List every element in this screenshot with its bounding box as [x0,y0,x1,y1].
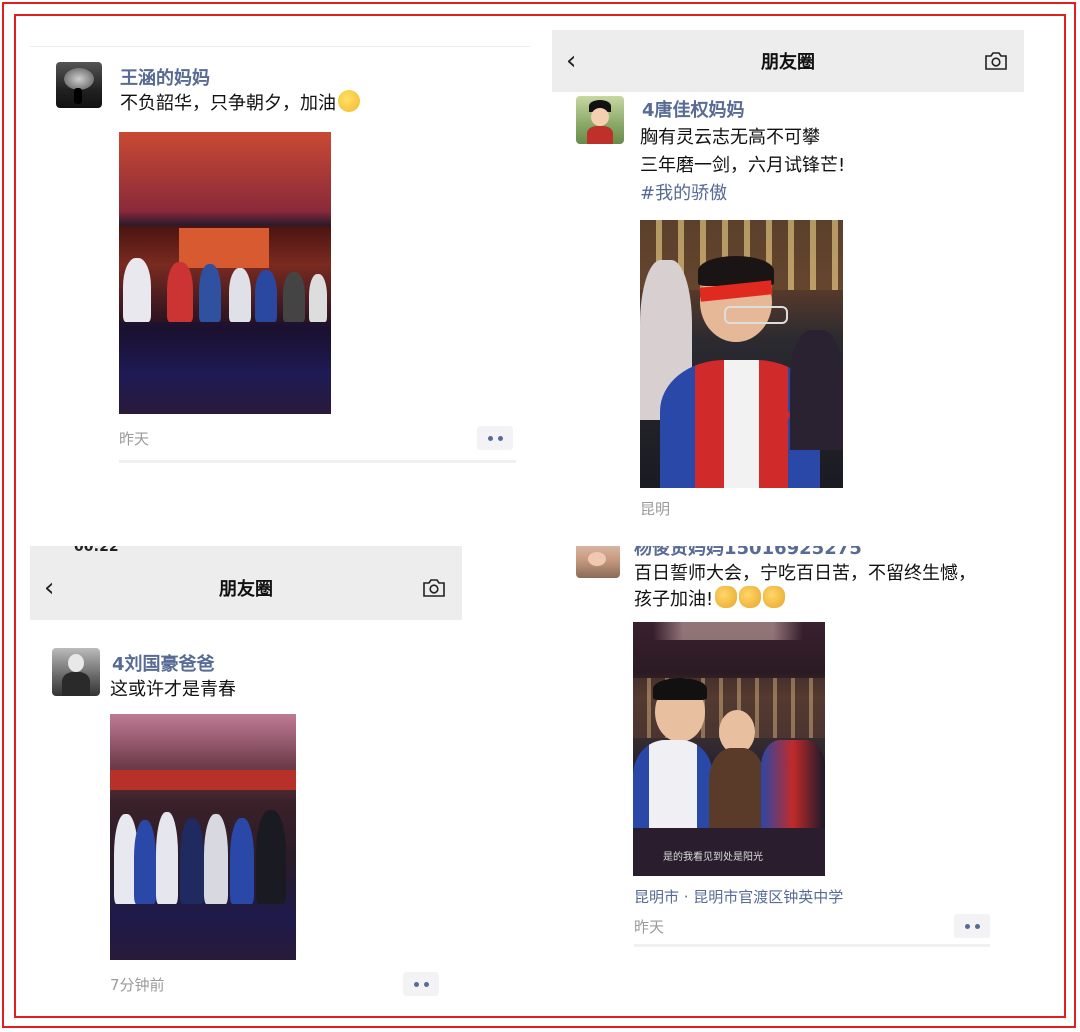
moments-screen-liu-guohao: 00:22 ‹ 朋友圈 4刘国豪爸爸 这或许才是青春 7分钟前 [30,546,462,1006]
hashtag-link[interactable]: #我的骄傲 [640,180,727,208]
post-time: 昨天 [119,430,150,448]
post-yang-junxian-mother: 杨俊贤妈妈15016925275 百日誓师大会，宁吃百日苦，不留终生憾， 孩子加… [560,546,1030,1006]
more-dots-icon [413,981,419,987]
post-text: 这或许才是青春 [110,679,236,700]
username[interactable]: 4刘国豪爸爸 [112,650,215,676]
fist-emoji-icon [715,586,738,608]
comment-area-bar [119,460,516,463]
more-dot [423,981,429,987]
more-button[interactable] [954,914,990,938]
post-location[interactable]: 昆明 [640,498,670,519]
fist-emoji-icon [739,586,762,608]
post-text: 不负韶华，只争朝夕，加油 [120,90,360,118]
post-line-2: 三年磨一剑，六月试锋芒! [640,155,846,176]
flexed-face-emoji-icon [338,90,360,112]
more-button[interactable] [403,972,439,996]
post-time: 7分钟前 [110,976,165,994]
avatar[interactable] [52,648,100,696]
back-chevron-left-icon[interactable]: ‹ [44,575,54,601]
post-line-1: 百日誓师大会，宁吃百日苦，不留终生憾， [634,563,976,584]
comment-area-bar [634,944,990,947]
post-line-2-text: 孩子加油! [634,589,714,610]
post-photo[interactable] [640,220,843,488]
more-button[interactable] [477,426,513,450]
status-bar: 00:22 [30,546,462,556]
post-photo[interactable] [119,132,331,414]
post-line-1: 胸有灵云志无高不可攀 [640,127,820,148]
avatar[interactable] [56,62,102,108]
nav-title: 朋友圈 [761,52,815,73]
more-dots-icon [487,435,493,441]
more-dots-icon [964,923,970,929]
camera-icon[interactable] [422,579,446,597]
post-photo[interactable] [110,714,296,960]
more-dot [974,923,980,929]
post-wang-han-mother: 王涵的妈妈 不负韶华，只争朝夕，加油 昨天 [30,28,530,476]
post-line-2: 孩子加油! [634,586,786,614]
nav-title: 朋友圈 [219,579,273,600]
username[interactable]: 4唐佳权妈妈 [642,96,745,122]
post-time: 昨天 [634,918,665,936]
post-location[interactable]: 昆明市 · 昆明市官渡区钟英中学 [634,886,843,907]
more-dot [497,435,503,441]
top-nav-bar: ‹ 朋友圈 [30,556,462,620]
divider [30,46,530,47]
photo-caption: 是的我看见到处是阳光 [663,852,763,863]
post-photo[interactable]: 是的我看见到处是阳光 [633,622,825,876]
back-chevron-left-icon[interactable]: ‹ [566,48,576,74]
post-text-content: 不负韶华，只争朝夕，加油 [120,93,336,114]
status-time: 00:22 [74,546,119,555]
username[interactable]: 王涵的妈妈 [120,64,210,90]
top-nav-bar: ‹ 朋友圈 [552,30,1024,92]
moments-screen-tang-jiaquan: ‹ 朋友圈 4唐佳权妈妈 胸有灵云志无高不可攀 三年磨一剑，六月试锋芒! #我的… [552,30,1024,522]
username[interactable]: 杨俊贤妈妈15016925275 [634,546,862,560]
avatar[interactable] [576,546,620,578]
fist-emoji-icon [763,586,786,608]
avatar[interactable] [576,96,624,144]
camera-icon[interactable] [984,52,1008,70]
